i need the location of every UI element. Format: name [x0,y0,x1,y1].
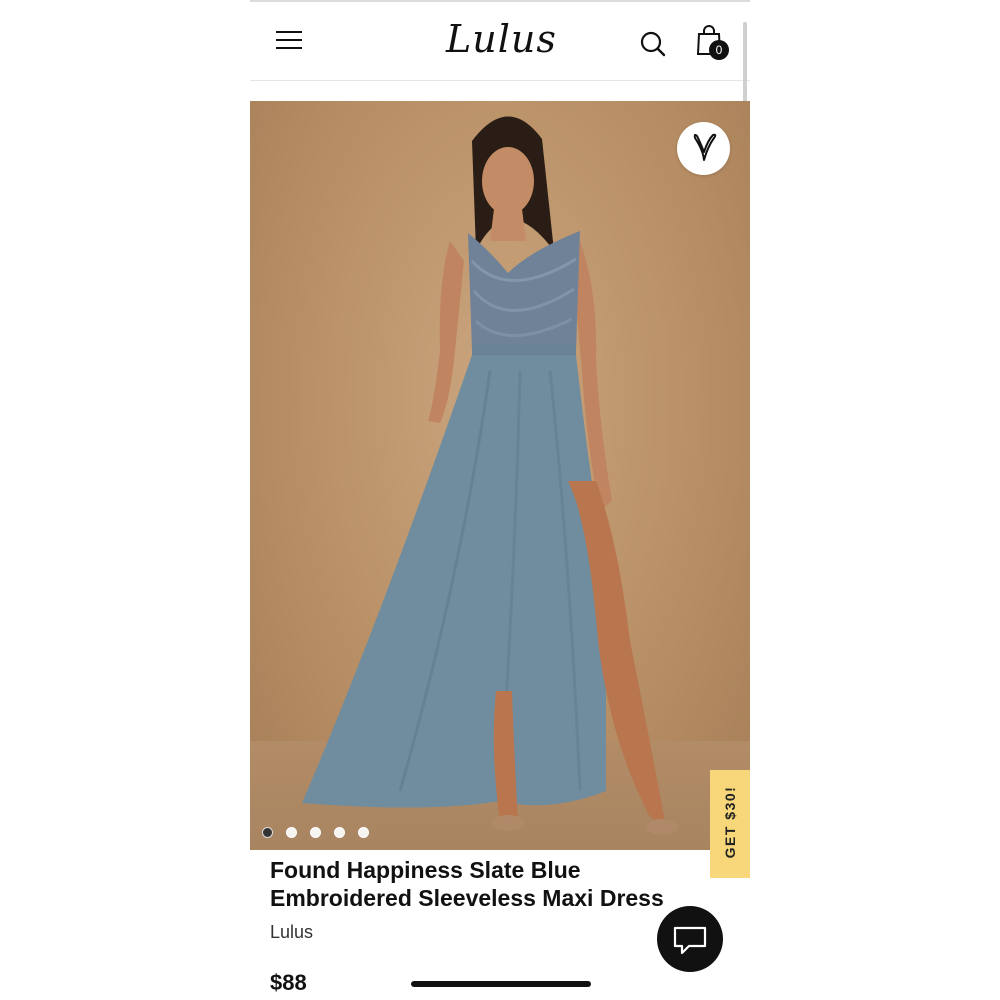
carousel-dot[interactable] [310,827,321,838]
site-header: Lulus 0 [250,2,750,81]
chat-bubble-icon [673,926,707,955]
product-price: $88 [270,970,307,995]
product-image-carousel[interactable] [250,101,750,850]
carousel-dot[interactable] [262,827,273,838]
product-brand[interactable]: Lulus [270,922,313,943]
promo-label: GET $30! [722,785,738,859]
site-logo[interactable]: Lulus [446,14,556,64]
carousel-dot[interactable] [358,827,369,838]
carousel-dot[interactable] [286,827,297,838]
product-photo-model-in-dress [302,116,678,835]
search-icon[interactable] [639,30,667,58]
scrollbar[interactable] [743,22,747,102]
home-indicator [411,981,591,987]
carousel-dot[interactable] [334,827,345,838]
chat-button[interactable] [657,906,723,972]
cart-count-badge: 0 [709,40,729,60]
heart-icon[interactable] [677,122,730,175]
carousel-pagination [262,825,382,838]
product-title: Found Happiness Slate Blue Embroidered S… [270,857,664,911]
hamburger-menu-icon[interactable] [276,29,302,51]
mobile-page: Lulus 0 GET $30! Found Happiness Slate B… [250,0,750,1000]
get-30-promo-tab[interactable]: GET $30! [710,770,750,878]
